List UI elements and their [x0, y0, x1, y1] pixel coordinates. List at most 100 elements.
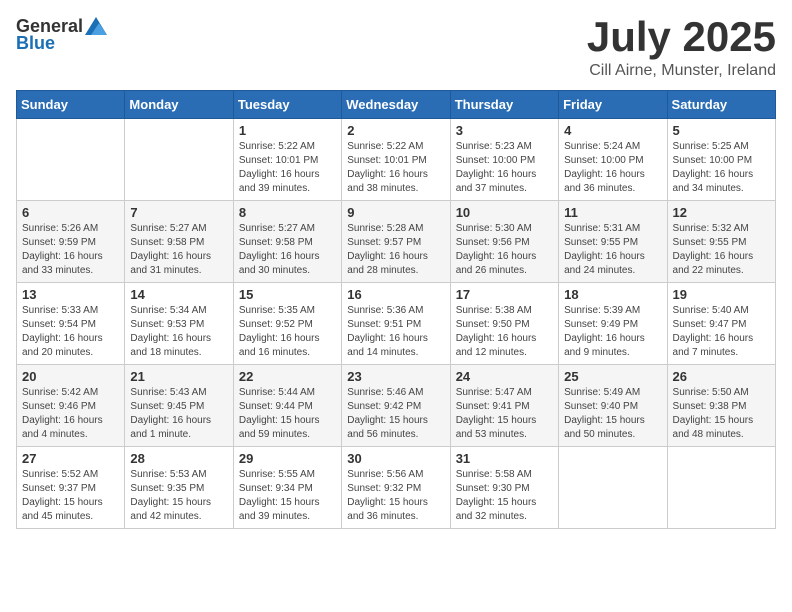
- day-number: 22: [239, 369, 336, 384]
- week-row-4: 20 Sunrise: 5:42 AM Sunset: 9:46 PM Dayli…: [17, 365, 776, 447]
- day-number: 4: [564, 123, 661, 138]
- calendar-cell: 1 Sunrise: 5:22 AM Sunset: 10:01 PM Dayli…: [233, 119, 341, 201]
- calendar-cell: 18 Sunrise: 5:39 AM Sunset: 9:49 PM Dayli…: [559, 283, 667, 365]
- calendar-cell: [559, 447, 667, 529]
- day-number: 9: [347, 205, 444, 220]
- day-number: 12: [673, 205, 770, 220]
- day-number: 16: [347, 287, 444, 302]
- calendar-cell: 19 Sunrise: 5:40 AM Sunset: 9:47 PM Dayli…: [667, 283, 775, 365]
- day-number: 7: [130, 205, 227, 220]
- calendar-cell: 5Sunrise: 5:25 AM Sunset: 10:00 PM Dayli…: [667, 119, 775, 201]
- calendar-cell: 31 Sunrise: 5:58 AM Sunset: 9:30 PM Dayli…: [450, 447, 558, 529]
- calendar-cell: 16 Sunrise: 5:36 AM Sunset: 9:51 PM Dayli…: [342, 283, 450, 365]
- day-info: Sunrise: 5:30 AM Sunset: 9:56 PM Dayligh…: [456, 222, 553, 278]
- day-info: Sunrise: 5:34 AM Sunset: 9:53 PM Dayligh…: [130, 304, 227, 360]
- title-area: July 2025 Cill Airne, Munster, Ireland: [587, 16, 776, 80]
- day-info: Sunrise: 5:43 AM Sunset: 9:45 PM Dayligh…: [130, 386, 227, 442]
- day-info: Sunrise: 5:50 AM Sunset: 9:38 PM Dayligh…: [673, 386, 770, 442]
- day-info: Sunrise: 5:28 AM Sunset: 9:57 PM Dayligh…: [347, 222, 444, 278]
- day-info: Sunrise: 5:53 AM Sunset: 9:35 PM Dayligh…: [130, 468, 227, 524]
- day-number: 26: [673, 369, 770, 384]
- day-number: 31: [456, 451, 553, 466]
- logo-icon: [85, 17, 107, 35]
- day-number: 29: [239, 451, 336, 466]
- calendar-cell: 24 Sunrise: 5:47 AM Sunset: 9:41 PM Dayli…: [450, 365, 558, 447]
- day-number: 23: [347, 369, 444, 384]
- calendar-cell: 9 Sunrise: 5:28 AM Sunset: 9:57 PM Daylig…: [342, 201, 450, 283]
- day-number: 20: [22, 369, 119, 384]
- day-info: Sunrise: 5:31 AM Sunset: 9:55 PM Dayligh…: [564, 222, 661, 278]
- calendar-cell: 14 Sunrise: 5:34 AM Sunset: 9:53 PM Dayli…: [125, 283, 233, 365]
- weekday-header-sunday: Sunday: [17, 91, 125, 119]
- calendar-table: SundayMondayTuesdayWednesdayThursdayFrid…: [16, 90, 776, 529]
- day-number: 1: [239, 123, 336, 138]
- day-info: Sunrise: 5:22 AM Sunset: 10:01 PM Daylig…: [347, 140, 444, 196]
- day-number: 5: [673, 123, 770, 138]
- day-number: 3: [456, 123, 553, 138]
- calendar-cell: 2 Sunrise: 5:22 AM Sunset: 10:01 PM Dayli…: [342, 119, 450, 201]
- day-info: Sunrise: 5:22 AM Sunset: 10:01 PM Daylig…: [239, 140, 336, 196]
- day-info: Sunrise: 5:40 AM Sunset: 9:47 PM Dayligh…: [673, 304, 770, 360]
- calendar-cell: [17, 119, 125, 201]
- day-number: 30: [347, 451, 444, 466]
- day-number: 28: [130, 451, 227, 466]
- weekday-header-friday: Friday: [559, 91, 667, 119]
- day-info: Sunrise: 5:46 AM Sunset: 9:42 PM Dayligh…: [347, 386, 444, 442]
- day-info: Sunrise: 5:39 AM Sunset: 9:49 PM Dayligh…: [564, 304, 661, 360]
- week-row-5: 27Sunrise: 5:52 AM Sunset: 9:37 PM Dayli…: [17, 447, 776, 529]
- calendar-cell: 10 Sunrise: 5:30 AM Sunset: 9:56 PM Dayli…: [450, 201, 558, 283]
- calendar-cell: 23 Sunrise: 5:46 AM Sunset: 9:42 PM Dayli…: [342, 365, 450, 447]
- calendar-cell: 26 Sunrise: 5:50 AM Sunset: 9:38 PM Dayli…: [667, 365, 775, 447]
- day-info: Sunrise: 5:26 AM Sunset: 9:59 PM Dayligh…: [22, 222, 119, 278]
- day-number: 6: [22, 205, 119, 220]
- day-info: Sunrise: 5:44 AM Sunset: 9:44 PM Dayligh…: [239, 386, 336, 442]
- calendar-cell: 28 Sunrise: 5:53 AM Sunset: 9:35 PM Dayli…: [125, 447, 233, 529]
- calendar-cell: 15Sunrise: 5:35 AM Sunset: 9:52 PM Dayli…: [233, 283, 341, 365]
- day-info: Sunrise: 5:35 AM Sunset: 9:52 PM Dayligh…: [239, 304, 336, 360]
- week-row-1: 1 Sunrise: 5:22 AM Sunset: 10:01 PM Dayli…: [17, 119, 776, 201]
- day-number: 25: [564, 369, 661, 384]
- day-info: Sunrise: 5:36 AM Sunset: 9:51 PM Dayligh…: [347, 304, 444, 360]
- weekday-header-wednesday: Wednesday: [342, 91, 450, 119]
- logo-blue-text: Blue: [16, 33, 55, 54]
- day-info: Sunrise: 5:42 AM Sunset: 9:46 PM Dayligh…: [22, 386, 119, 442]
- day-info: Sunrise: 5:27 AM Sunset: 9:58 PM Dayligh…: [239, 222, 336, 278]
- day-info: Sunrise: 5:33 AM Sunset: 9:54 PM Dayligh…: [22, 304, 119, 360]
- calendar-cell: 13Sunrise: 5:33 AM Sunset: 9:54 PM Dayli…: [17, 283, 125, 365]
- day-info: Sunrise: 5:47 AM Sunset: 9:41 PM Dayligh…: [456, 386, 553, 442]
- day-info: Sunrise: 5:58 AM Sunset: 9:30 PM Dayligh…: [456, 468, 553, 524]
- calendar-cell: 22 Sunrise: 5:44 AM Sunset: 9:44 PM Dayli…: [233, 365, 341, 447]
- day-number: 24: [456, 369, 553, 384]
- calendar-cell: 17Sunrise: 5:38 AM Sunset: 9:50 PM Dayli…: [450, 283, 558, 365]
- day-info: Sunrise: 5:49 AM Sunset: 9:40 PM Dayligh…: [564, 386, 661, 442]
- day-number: 27: [22, 451, 119, 466]
- month-title: July 2025: [587, 16, 776, 58]
- calendar-cell: 4Sunrise: 5:24 AM Sunset: 10:00 PM Dayli…: [559, 119, 667, 201]
- calendar-cell: 12 Sunrise: 5:32 AM Sunset: 9:55 PM Dayli…: [667, 201, 775, 283]
- logo: General Blue: [16, 16, 107, 54]
- weekday-header-thursday: Thursday: [450, 91, 558, 119]
- day-number: 17: [456, 287, 553, 302]
- page-header: General Blue July 2025 Cill Airne, Munst…: [16, 16, 776, 80]
- day-info: Sunrise: 5:55 AM Sunset: 9:34 PM Dayligh…: [239, 468, 336, 524]
- calendar-cell: [125, 119, 233, 201]
- day-number: 2: [347, 123, 444, 138]
- day-info: Sunrise: 5:32 AM Sunset: 9:55 PM Dayligh…: [673, 222, 770, 278]
- calendar-cell: 11 Sunrise: 5:31 AM Sunset: 9:55 PM Dayli…: [559, 201, 667, 283]
- calendar-cell: 8 Sunrise: 5:27 AM Sunset: 9:58 PM Daylig…: [233, 201, 341, 283]
- day-number: 18: [564, 287, 661, 302]
- calendar-cell: [667, 447, 775, 529]
- week-row-2: 6 Sunrise: 5:26 AM Sunset: 9:59 PM Daylig…: [17, 201, 776, 283]
- day-number: 19: [673, 287, 770, 302]
- calendar-cell: 29 Sunrise: 5:55 AM Sunset: 9:34 PM Dayli…: [233, 447, 341, 529]
- day-number: 14: [130, 287, 227, 302]
- calendar-cell: 30 Sunrise: 5:56 AM Sunset: 9:32 PM Dayli…: [342, 447, 450, 529]
- weekday-header-row: SundayMondayTuesdayWednesdayThursdayFrid…: [17, 91, 776, 119]
- calendar-cell: 20 Sunrise: 5:42 AM Sunset: 9:46 PM Dayli…: [17, 365, 125, 447]
- week-row-3: 13Sunrise: 5:33 AM Sunset: 9:54 PM Dayli…: [17, 283, 776, 365]
- day-number: 11: [564, 205, 661, 220]
- day-number: 8: [239, 205, 336, 220]
- day-info: Sunrise: 5:56 AM Sunset: 9:32 PM Dayligh…: [347, 468, 444, 524]
- calendar-cell: 21Sunrise: 5:43 AM Sunset: 9:45 PM Dayli…: [125, 365, 233, 447]
- day-number: 10: [456, 205, 553, 220]
